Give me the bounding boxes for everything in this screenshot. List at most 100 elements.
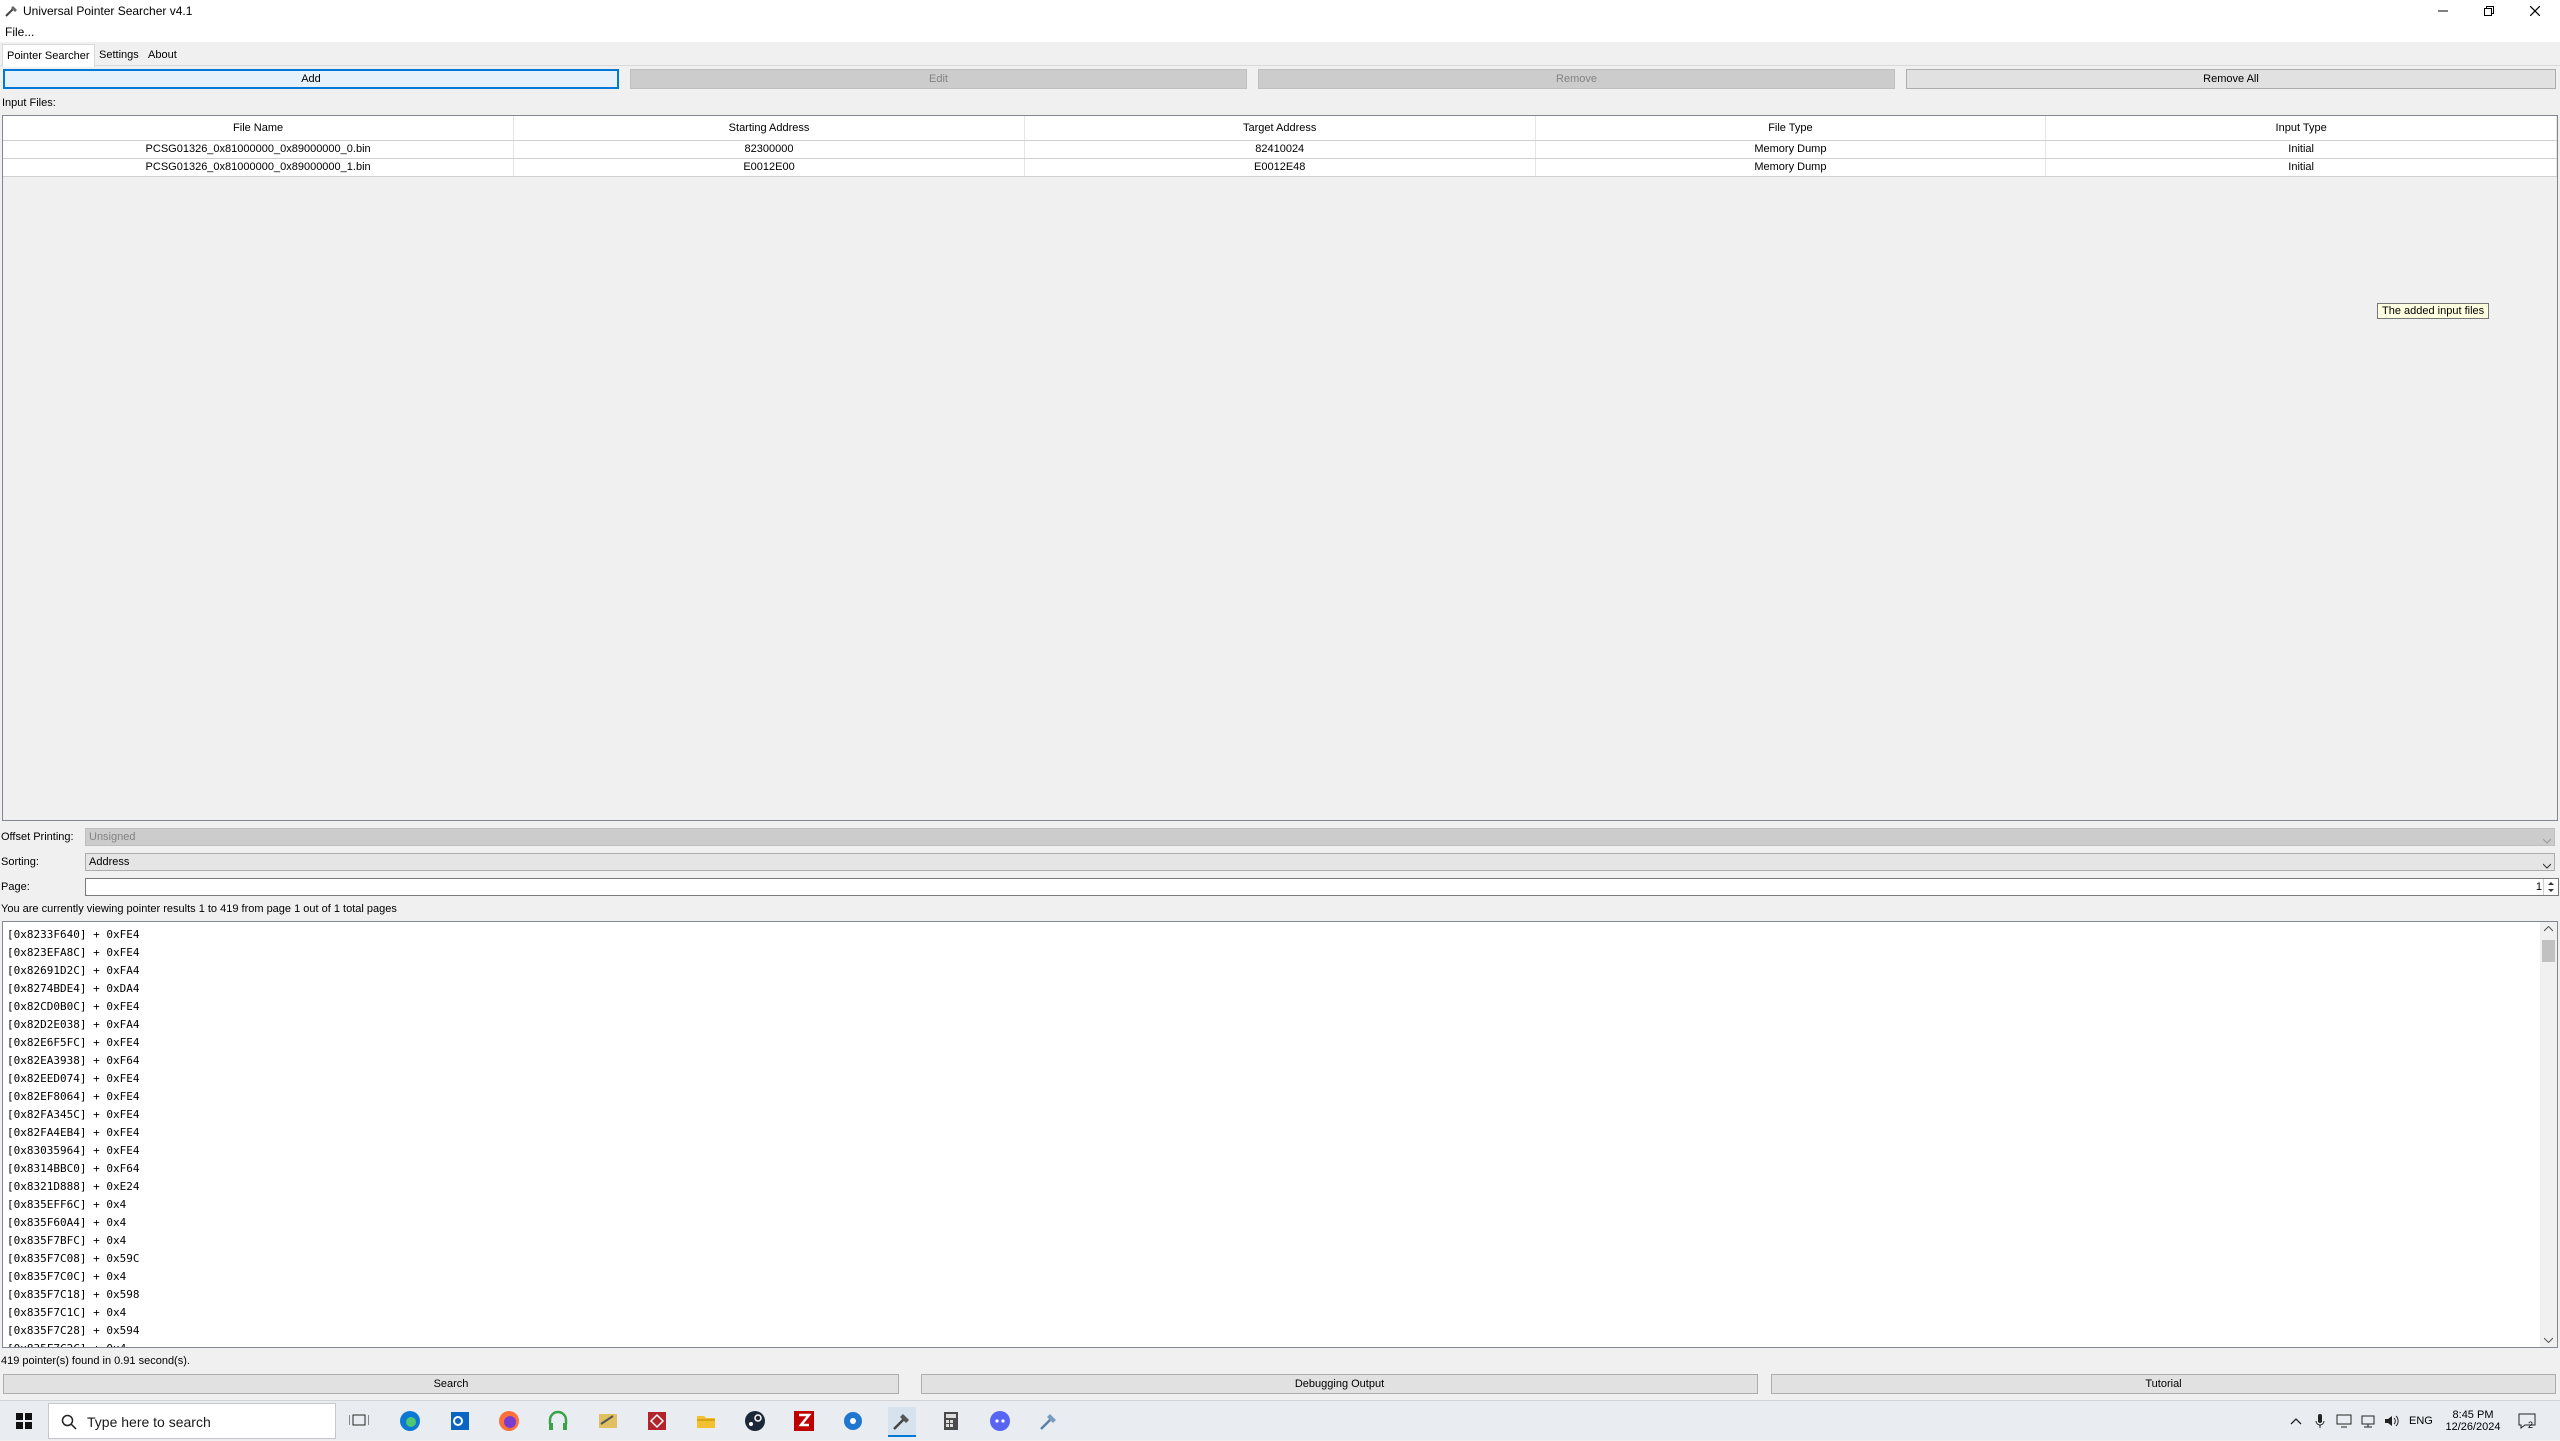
result-line: [0x835F60A4] + 0x4: [7, 1216, 127, 1229]
column-header-target-address[interactable]: Target Address: [1024, 116, 1536, 141]
scroll-down-icon: [2544, 1337, 2553, 1343]
tab-settings[interactable]: Settings: [95, 46, 143, 66]
column-header-input-type[interactable]: Input Type: [2045, 116, 2557, 141]
page-label: Page:: [1, 881, 30, 893]
result-line: [0x82EED074] + 0xFE4: [7, 1072, 140, 1085]
edge-icon[interactable]: [396, 1407, 424, 1435]
result-line: [0x82D2E038] + 0xFA4: [7, 1018, 140, 1031]
show-hidden-icons[interactable]: [2290, 1401, 2302, 1441]
notification-count: 2: [2528, 1420, 2534, 1430]
firefox-icon[interactable]: [495, 1407, 523, 1435]
close-button[interactable]: [2512, 0, 2558, 22]
app-icon: [4, 3, 20, 19]
calculator-icon[interactable]: [937, 1407, 965, 1435]
chevron-up-icon: [2290, 1418, 2302, 1425]
headphones-app-icon[interactable]: [544, 1407, 572, 1435]
volume-icon[interactable]: [2384, 1401, 2400, 1441]
table-cell: PCSG01326_0x81000000_0x89000000_0.bin: [3, 140, 515, 159]
minimize-button[interactable]: [2420, 0, 2466, 22]
chevron-down-icon: [2542, 833, 2552, 849]
display-icon[interactable]: [2336, 1401, 2352, 1441]
table-cell: Memory Dump: [1535, 140, 2047, 159]
sorting-select[interactable]: Address: [85, 853, 2555, 871]
table-row[interactable]: PCSG01326_0x81000000_0x89000000_0.bin 82…: [3, 140, 2557, 159]
offset-printing-value: Unsigned: [89, 831, 136, 843]
tutorial-button[interactable]: Tutorial: [1771, 1374, 2556, 1394]
tab-pointer-searcher[interactable]: Pointer Searcher: [2, 44, 95, 67]
menu-file[interactable]: File...: [5, 25, 34, 39]
windows-start-icon[interactable]: [10, 1407, 38, 1435]
column-header-file-name[interactable]: File Name: [3, 116, 515, 141]
edit-button[interactable]: Edit: [630, 69, 1247, 89]
column-header-file-type[interactable]: File Type: [1535, 116, 2047, 141]
tool-app-icon[interactable]: [1035, 1407, 1063, 1435]
result-line: [0x835F7C08] + 0x59C: [7, 1252, 140, 1265]
result-line: [0x82CD0B0C] + 0xFE4: [7, 1000, 140, 1013]
result-line: [0x823EFA8C] + 0xFE4: [7, 946, 140, 959]
table-cell: Initial: [2045, 158, 2557, 177]
app-icon-blue[interactable]: [839, 1407, 867, 1435]
clock-date: 12/26/2024: [2445, 1421, 2501, 1433]
column-header-starting-address[interactable]: Starting Address: [513, 116, 1025, 141]
input-files-table: File Name Starting Address Target Addres…: [2, 115, 2558, 821]
menu-bar: File...: [0, 22, 2560, 42]
remove-button[interactable]: Remove: [1258, 69, 1895, 89]
taskbar-search-placeholder: Type here to search: [87, 1414, 211, 1430]
page-value: 1: [2535, 881, 2542, 893]
results-output[interactable]: [0x8233F640] + 0xFE4 [0x823EFA8C] + 0xFE4…: [2, 921, 2558, 1348]
steam-icon[interactable]: [741, 1407, 769, 1435]
table-header-row: File Name Starting Address Target Addres…: [3, 116, 2557, 141]
result-line: [0x8321D888] + 0xE24: [7, 1180, 140, 1193]
result-line: [0x83035964] + 0xFE4: [7, 1144, 140, 1157]
result-line: [0x8314BBC0] + 0xF64: [7, 1162, 140, 1175]
notes-app-icon[interactable]: [594, 1407, 622, 1435]
sorting-value: Address: [89, 856, 130, 868]
tab-about[interactable]: About: [144, 46, 181, 66]
table-cell: 82300000: [513, 140, 1025, 159]
language-indicator[interactable]: ENG: [2409, 1401, 2433, 1441]
pointer-searcher-taskbar-icon[interactable]: [888, 1407, 916, 1437]
status-text: 419 pointer(s) found in 0.91 second(s).: [1, 1355, 190, 1367]
chat-app-icon[interactable]: [986, 1407, 1014, 1435]
clock[interactable]: 8:45 PM 12/26/2024: [2445, 1401, 2501, 1441]
result-line: [0x82FA4EB4] + 0xFE4: [7, 1126, 140, 1139]
window-title: Universal Pointer Searcher v4.1: [23, 4, 193, 18]
search-icon: [61, 1414, 77, 1430]
result-line: [0x835F7BFC] + 0x4: [7, 1234, 127, 1247]
page-stepper[interactable]: 1: [85, 878, 2559, 896]
result-line: [0x82FA345C] + 0xFE4: [7, 1108, 140, 1121]
chevron-down-icon: [2542, 858, 2552, 874]
offset-printing-select[interactable]: Unsigned: [85, 828, 2555, 846]
debugging-output-button[interactable]: Debugging Output: [921, 1374, 1758, 1394]
table-cell: Memory Dump: [1535, 158, 2047, 177]
clock-time: 8:45 PM: [2452, 1409, 2494, 1421]
restore-button[interactable]: [2466, 0, 2512, 22]
taskbar: Type here to search ENG 8:45 PM 12/26/20…: [0, 1400, 2560, 1440]
add-button[interactable]: Add: [3, 69, 619, 89]
filezilla-icon[interactable]: [790, 1407, 818, 1435]
result-line: [0x835F7C28] + 0x594: [7, 1324, 140, 1337]
stepper-arrows[interactable]: [2543, 879, 2558, 895]
scrollbar-thumb[interactable]: [2542, 940, 2555, 962]
tab-bar: Pointer Searcher Settings About: [0, 44, 2560, 67]
file-explorer-icon[interactable]: [692, 1407, 720, 1435]
result-line: [0x835F7C2C] + 0x4: [7, 1340, 139, 1347]
table-cell: E0012E00: [513, 158, 1025, 177]
red-app-icon[interactable]: [643, 1407, 671, 1435]
search-button[interactable]: Search: [3, 1374, 899, 1394]
taskbar-search-box[interactable]: Type here to search: [48, 1403, 336, 1439]
tooltip: The added input files: [2377, 303, 2490, 319]
result-line: [0x8233F640] + 0xFE4: [7, 928, 140, 941]
result-line: [0x82E6F5FC] + 0xFE4: [7, 1036, 140, 1049]
vertical-scrollbar[interactable]: [2540, 922, 2557, 1347]
table-row[interactable]: PCSG01326_0x81000000_0x89000000_1.bin E0…: [3, 158, 2557, 177]
network-icon[interactable]: [2360, 1401, 2376, 1441]
notifications-icon[interactable]: 2: [2518, 1401, 2541, 1441]
result-line: [0x835F7C18] + 0x598: [7, 1288, 140, 1301]
remove-all-button[interactable]: Remove All: [1906, 69, 2556, 89]
outlook-icon[interactable]: [446, 1407, 474, 1435]
task-view-icon[interactable]: [345, 1407, 373, 1435]
result-line: [0x835F7C1C] + 0x4: [7, 1306, 127, 1319]
table-cell: PCSG01326_0x81000000_0x89000000_1.bin: [3, 158, 515, 177]
microphone-icon[interactable]: [2315, 1401, 2325, 1441]
